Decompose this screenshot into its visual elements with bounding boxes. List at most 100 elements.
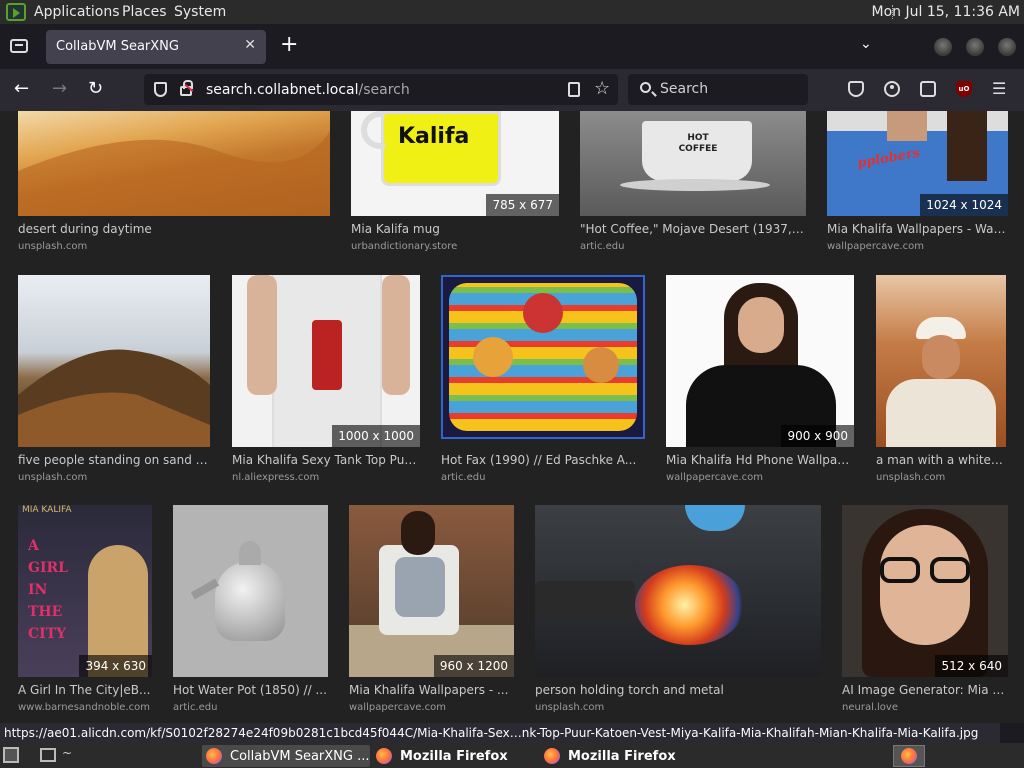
- result-tile[interactable]: desert during daytime unsplash.com: [18, 111, 330, 261]
- navigation-bar: ← → ↻ search.collabnet.local/search ☆ Se…: [0, 69, 1024, 111]
- result-tile[interactable]: 1000 x 1000 Mia Khalifa Sexy Tank Top Pu…: [232, 275, 420, 485]
- hamburger-menu-icon[interactable]: ☰: [992, 81, 1008, 97]
- insecure-lock-icon[interactable]: [180, 80, 193, 96]
- result-title[interactable]: "Hot Coffee," Mojave Desert (1937, p...: [580, 222, 806, 236]
- system-menu[interactable]: System: [174, 4, 226, 20]
- tab-close-button[interactable]: ✕: [244, 37, 256, 53]
- result-thumbnail[interactable]: [535, 505, 821, 677]
- applications-icon[interactable]: [6, 3, 26, 21]
- result-tile[interactable]: person holding torch and metal unsplash.…: [535, 505, 821, 715]
- tab-collabvm-searxng[interactable]: CollabVM SearXNG ✕: [46, 30, 266, 64]
- result-title[interactable]: Mia Khalifa Wallpapers - Wall...: [827, 222, 1008, 236]
- face: [922, 335, 960, 379]
- result-tile[interactable]: 900 x 900 Mia Khalifa Hd Phone Wallpap..…: [666, 275, 854, 485]
- result-tile[interactable]: five people standing on sand d... unspla…: [18, 275, 210, 485]
- result-tile[interactable]: 512 x 640 AI Image Generator: Mia K... n…: [842, 505, 1008, 715]
- result-thumbnail[interactable]: [173, 505, 328, 677]
- extensions-puzzle-icon[interactable]: [920, 81, 936, 97]
- book-author: MIA KALIFA: [22, 505, 72, 515]
- url-text[interactable]: search.collabnet.local/search: [206, 82, 410, 98]
- result-thumbnail[interactable]: 900 x 900: [666, 275, 854, 447]
- result-title[interactable]: A Girl In The City|eB...: [18, 683, 152, 697]
- result-title[interactable]: Hot Fax (1990) // Ed Paschke A...: [441, 453, 645, 467]
- close-window-button[interactable]: [998, 38, 1016, 56]
- result-title[interactable]: Mia Khalifa Wallpapers - ...: [349, 683, 514, 697]
- result-source: unsplash.com: [535, 702, 605, 713]
- top-panel: Applications Places System Mon Jul 15, 1…: [0, 0, 1024, 24]
- result-thumbnail[interactable]: [441, 275, 645, 439]
- reader-view-icon[interactable]: [568, 82, 580, 97]
- firefox-icon: [544, 748, 560, 764]
- result-thumbnail[interactable]: 1000 x 1000: [232, 275, 420, 447]
- result-dimensions: 394 x 630: [79, 655, 152, 677]
- glasses-right: [930, 557, 970, 583]
- result-tile[interactable]: Kalifa 785 x 677 Mia Kalifa mug urbandic…: [351, 111, 559, 261]
- saucer: [620, 179, 770, 191]
- result-dimensions: 785 x 677: [486, 194, 559, 216]
- result-title[interactable]: Hot Water Pot (1850) // ...: [173, 683, 328, 697]
- forward-arrow-icon[interactable]: →: [52, 80, 67, 98]
- result-dimensions: 900 x 900: [781, 425, 854, 447]
- workspace-switcher[interactable]: [893, 745, 925, 767]
- result-title[interactable]: AI Image Generator: Mia K...: [842, 683, 1008, 697]
- hair: [947, 111, 987, 181]
- terminal-launcher-arrow[interactable]: ~: [62, 746, 72, 760]
- result-thumbnail[interactable]: [18, 275, 210, 447]
- result-title[interactable]: Mia Khalifa Hd Phone Wallpap...: [666, 453, 854, 467]
- result-tile[interactable]: 960 x 1200 Mia Khalifa Wallpapers - ... …: [349, 505, 514, 715]
- reload-icon[interactable]: ↻: [88, 80, 103, 98]
- new-tab-button[interactable]: +: [280, 32, 298, 57]
- account-icon[interactable]: [884, 81, 900, 97]
- result-thumbnail[interactable]: [876, 275, 1006, 447]
- result-title[interactable]: five people standing on sand d...: [18, 453, 210, 467]
- result-title[interactable]: a man with a white t...: [876, 453, 1006, 467]
- minimize-button[interactable]: [934, 38, 952, 56]
- search-box[interactable]: Search: [628, 74, 808, 105]
- result-source: wallpapercave.com: [666, 472, 763, 483]
- link-status-bar: https://ae01.alicdn.com/kf/S0102f28274e2…: [0, 723, 1000, 743]
- taskbar-window-firefox[interactable]: Mozilla Firefox: [372, 745, 532, 767]
- bookmark-star-icon[interactable]: ☆: [594, 78, 610, 99]
- result-tile[interactable]: Hot Water Pot (1850) // ... artic.edu: [173, 505, 328, 715]
- list-all-tabs-chevron-icon[interactable]: ⌄: [860, 36, 872, 52]
- hair: [401, 511, 435, 555]
- applications-menu[interactable]: Applications: [34, 4, 120, 20]
- terminal-icon[interactable]: [40, 748, 56, 762]
- maximize-button[interactable]: [966, 38, 984, 56]
- result-title[interactable]: desert during daytime: [18, 222, 318, 236]
- result-thumbnail[interactable]: 960 x 1200: [349, 505, 514, 677]
- result-thumbnail[interactable]: 512 x 640: [842, 505, 1008, 677]
- result-tile[interactable]: Hot Fax (1990) // Ed Paschke A... artic.…: [441, 275, 645, 485]
- ublock-origin-icon[interactable]: uO: [956, 81, 972, 97]
- result-tile[interactable]: MIA KALIFA A GIRL IN THE CITY 394 x 630 …: [18, 505, 152, 715]
- result-tile[interactable]: HOT COFFEE "Hot Coffee," Mojave Desert (…: [580, 111, 806, 261]
- pocket-icon[interactable]: [848, 81, 864, 97]
- result-thumbnail[interactable]: pplobers 1024 x 1024: [827, 111, 1008, 216]
- result-thumbnail[interactable]: [18, 111, 330, 216]
- places-menu[interactable]: Places: [122, 4, 167, 20]
- result-title[interactable]: Mia Khalifa Sexy Tank Top Puu...: [232, 453, 420, 467]
- result-source: artic.edu: [441, 472, 486, 483]
- back-arrow-icon[interactable]: ←: [14, 80, 29, 98]
- clock[interactable]: Mon Jul 15, 11:36 AM: [872, 4, 1020, 20]
- torch-flame-image: [635, 565, 745, 645]
- search-icon: [640, 82, 651, 93]
- result-thumbnail[interactable]: Kalifa 785 x 677: [351, 111, 559, 216]
- result-thumbnail[interactable]: HOT COFFEE: [580, 111, 806, 216]
- tracking-protection-shield-icon[interactable]: [154, 82, 167, 97]
- result-tile[interactable]: a man with a white t... unsplash.com: [876, 275, 1006, 485]
- taskbar-window-firefox[interactable]: Mozilla Firefox: [540, 745, 700, 767]
- taskbar-window-searxng[interactable]: CollabVM SearXNG ...: [202, 745, 370, 767]
- url-bar[interactable]: search.collabnet.local/search ☆: [144, 74, 618, 105]
- result-source: wallpapercave.com: [827, 241, 924, 252]
- taskbar-window-label: CollabVM SearXNG ...: [230, 749, 370, 764]
- result-title[interactable]: Mia Kalifa mug: [351, 222, 551, 236]
- image-results-grid: desert during daytime unsplash.com Kalif…: [0, 111, 1024, 723]
- result-source: artic.edu: [580, 241, 625, 252]
- show-desktop-icon[interactable]: [3, 747, 19, 763]
- result-thumbnail[interactable]: MIA KALIFA A GIRL IN THE CITY 394 x 630: [18, 505, 152, 677]
- firefox-view-icon[interactable]: [10, 39, 28, 53]
- person-neck: [887, 111, 927, 141]
- result-title[interactable]: person holding torch and metal: [535, 683, 821, 697]
- result-tile[interactable]: pplobers 1024 x 1024 Mia Khalifa Wallpap…: [827, 111, 1008, 261]
